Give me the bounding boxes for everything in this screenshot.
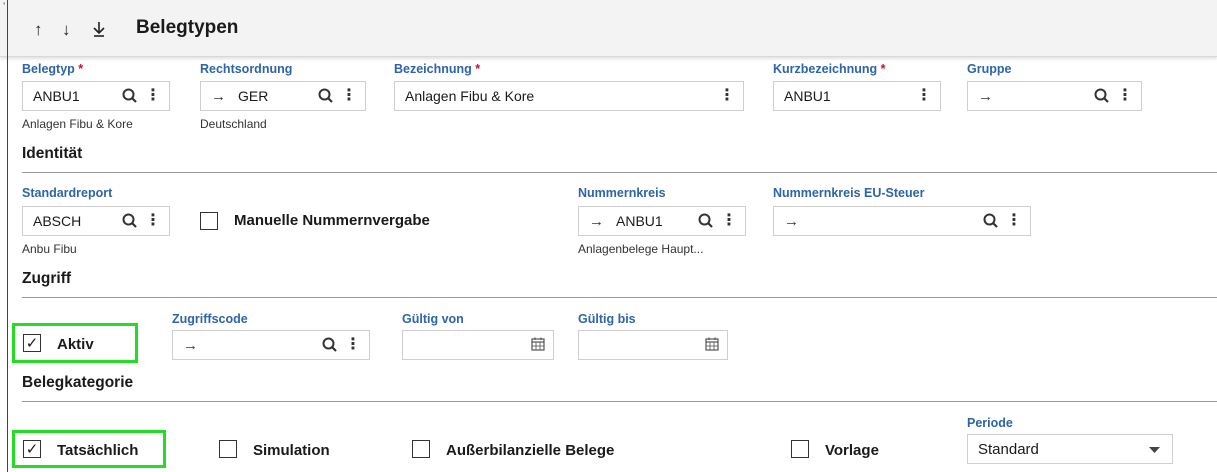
gueltig-bis-field[interactable] [578, 330, 728, 360]
tatsaechlich-checkbox[interactable]: ✓ [23, 440, 41, 458]
zugriffscode-label: Zugriffscode [172, 312, 248, 326]
rechtsordnung-value: GER [238, 88, 269, 104]
divider [22, 401, 1217, 402]
section-identitaet-title: Identität [22, 145, 83, 162]
arrow-right-icon[interactable]: → [589, 213, 604, 230]
more-options-icon[interactable]: ⋮ [145, 88, 161, 104]
arrow-right-icon[interactable]: → [211, 88, 226, 105]
search-icon[interactable] [697, 212, 715, 230]
periode-label: Periode [967, 416, 1013, 430]
rechtsordnung-field[interactable]: → GER ⋮ [200, 81, 366, 111]
checkmark-icon: ✓ [25, 440, 39, 458]
simulation-label: Simulation [253, 442, 330, 459]
arrow-up-icon[interactable]: ↑ [34, 20, 43, 40]
standardreport-description: Anbu Fibu [22, 242, 77, 256]
more-options-icon[interactable]: ⋮ [1117, 88, 1133, 104]
search-icon[interactable] [1093, 87, 1111, 105]
gueltig-von-field[interactable] [402, 330, 554, 360]
gruppe-field[interactable]: → ⋮ [967, 81, 1142, 111]
more-options-icon[interactable]: ⋮ [721, 213, 737, 229]
belegtyp-description: Anlagen Fibu & Kore [22, 117, 133, 131]
rechtsordnung-description: Deutschland [200, 117, 267, 131]
search-icon[interactable] [317, 87, 335, 105]
more-options-icon[interactable]: ⋮ [916, 88, 932, 104]
nummernkreis-eu-field[interactable]: → ⋮ [773, 206, 1031, 236]
divider [22, 172, 1217, 173]
tatsaechlich-label: Tatsächlich [57, 442, 139, 459]
chevron-down-icon [1149, 442, 1160, 457]
belegtyp-field[interactable]: ANBU1 ⋮ [22, 81, 170, 111]
aktiv-checkbox[interactable]: ✓ [23, 334, 41, 352]
more-options-icon[interactable]: ⋮ [719, 88, 735, 104]
page-title: Belegtypen [136, 17, 239, 38]
standardreport-field[interactable]: ABSCH ⋮ [22, 206, 170, 236]
calendar-icon[interactable] [705, 337, 719, 354]
section-zugriff-title: Zugriff [22, 270, 72, 287]
window-edge [7, 0, 8, 472]
bezeichnung-label: Bezeichnung * [394, 62, 481, 76]
arrow-right-icon[interactable]: → [784, 213, 799, 230]
arrow-right-icon[interactable]: → [978, 88, 993, 105]
aktiv-label: Aktiv [57, 336, 94, 353]
simulation-checkbox[interactable] [219, 440, 237, 458]
more-options-icon[interactable]: ⋮ [145, 213, 161, 229]
standardreport-label: Standardreport [22, 186, 113, 200]
more-options-icon[interactable]: ⋮ [341, 88, 357, 104]
arrow-right-icon[interactable]: → [183, 337, 198, 354]
kurzbezeichnung-field[interactable]: ANBU1 ⋮ [773, 81, 941, 111]
download-icon[interactable] [92, 20, 106, 43]
nummernkreis-eu-label: Nummernkreis EU-Steuer [773, 186, 925, 200]
search-icon[interactable] [982, 212, 1000, 230]
search-icon[interactable] [121, 212, 139, 230]
bezeichnung-field[interactable]: Anlagen Fibu & Kore ⋮ [394, 81, 744, 111]
checkmark-icon: ✓ [25, 334, 39, 352]
calendar-icon[interactable] [531, 337, 545, 354]
zugriffscode-field[interactable]: → ⋮ [172, 330, 370, 360]
kurzbezeichnung-value: ANBU1 [784, 88, 831, 104]
nummernkreis-field[interactable]: → ANBU1 ⋮ [578, 206, 746, 236]
belegtyp-label: Belegtyp * [22, 62, 84, 76]
nummernkreis-label: Nummernkreis [578, 186, 666, 200]
manuelle-nummernvergabe-checkbox[interactable] [200, 212, 218, 230]
more-options-icon[interactable]: ⋮ [1006, 213, 1022, 229]
search-icon[interactable] [321, 336, 339, 354]
manuelle-nummernvergabe-label: Manuelle Nummernvergabe [234, 212, 430, 229]
vorlage-label: Vorlage [825, 442, 879, 459]
belegtyp-value: ANBU1 [33, 88, 80, 104]
nummernkreis-description: Anlagenbelege Haupt... [578, 242, 704, 256]
gueltig-von-label: Gültig von [402, 312, 464, 326]
divider [22, 297, 1217, 298]
kurzbezeichnung-label: Kurzbezeichnung * [773, 62, 886, 76]
ausserbilanzielle-belege-label: Außerbilanzielle Belege [446, 442, 615, 459]
more-options-icon[interactable]: ⋮ [345, 337, 361, 353]
standardreport-value: ABSCH [33, 213, 82, 229]
nummernkreis-value: ANBU1 [616, 213, 663, 229]
ausserbilanzielle-belege-checkbox[interactable] [412, 440, 430, 458]
corner-mark: ʽ [3, 2, 6, 13]
periode-select[interactable]: Standard [967, 434, 1173, 464]
search-icon[interactable] [121, 87, 139, 105]
bezeichnung-value: Anlagen Fibu & Kore [405, 88, 535, 104]
arrow-down-icon[interactable]: ↓ [62, 20, 71, 40]
rechtsordnung-label: Rechtsordnung [200, 62, 293, 76]
periode-value: Standard [978, 440, 1039, 458]
vorlage-checkbox[interactable] [791, 440, 809, 458]
section-belegkategorie-title: Belegkategorie [22, 374, 134, 391]
gruppe-label: Gruppe [967, 62, 1012, 76]
gueltig-bis-label: Gültig bis [578, 312, 636, 326]
